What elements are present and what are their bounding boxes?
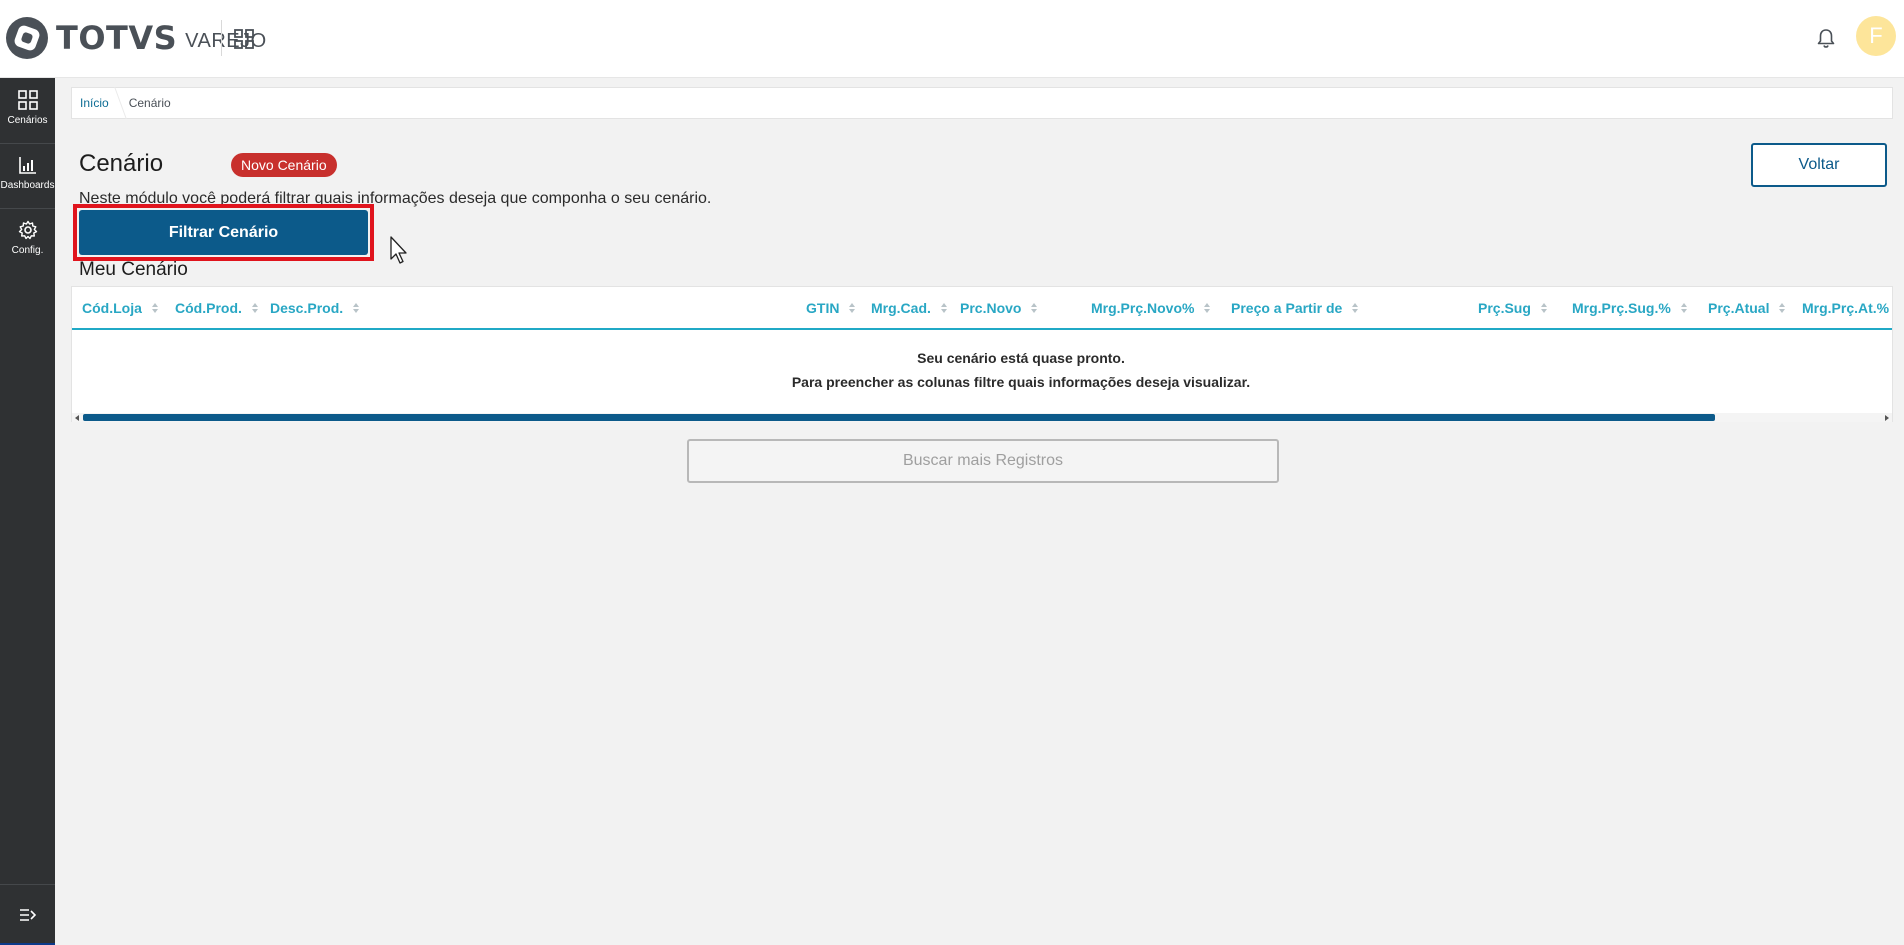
column-header-preco-a-partir-de[interactable]: Preço a Partir de bbox=[1231, 300, 1359, 316]
column-header-mrg-prc-sug[interactable]: Mrg.Prç.Sug.% bbox=[1572, 300, 1687, 316]
apps-grid-icon[interactable] bbox=[234, 29, 254, 49]
sidebar-item-label: Dashboards bbox=[0, 180, 55, 191]
empty-state-title: Seu cenário está quase pronto. bbox=[917, 350, 1125, 366]
filter-scenario-button[interactable]: Filtrar Cenário bbox=[79, 210, 368, 255]
scrollbar-thumb[interactable] bbox=[83, 414, 1715, 421]
column-header-desc-prod[interactable]: Desc.Prod. bbox=[270, 300, 360, 316]
sort-icon bbox=[353, 303, 360, 313]
column-header-prc-sug[interactable]: Prç.Sug bbox=[1478, 300, 1547, 316]
menu-collapse-icon bbox=[19, 909, 36, 921]
top-header: TOTVS VAREJO F bbox=[0, 0, 1904, 78]
notification-bell-icon[interactable] bbox=[1815, 27, 1837, 49]
sidebar-item-dashboards[interactable]: Dashboards bbox=[0, 143, 55, 207]
header-divider bbox=[221, 20, 222, 56]
sort-icon bbox=[1540, 303, 1547, 313]
sidebar: Cenários Dashboards Config. bbox=[0, 78, 55, 945]
mouse-cursor-icon bbox=[390, 236, 407, 264]
empty-state-message: Para preencher as colunas filtre quais i… bbox=[791, 374, 1251, 390]
scroll-right-arrow-icon[interactable] bbox=[1885, 415, 1889, 421]
column-header-mrg-prc-at[interactable]: Mrg.Prç.At.% bbox=[1802, 300, 1889, 316]
column-header-prc-atual[interactable]: Prç.Atual bbox=[1708, 300, 1786, 316]
table-header: Cód.Loja Cód.Prod. Desc.Prod. GTIN Mrg.C… bbox=[72, 287, 1892, 330]
section-title: Meu Cenário bbox=[79, 259, 188, 280]
sort-icon bbox=[1352, 303, 1359, 313]
breadcrumb-separator bbox=[106, 87, 127, 119]
logo-subtitle: VAREJO bbox=[185, 29, 267, 52]
sort-icon bbox=[151, 303, 158, 313]
gear-icon bbox=[18, 220, 37, 240]
breadcrumb-current: Cenário bbox=[128, 96, 171, 110]
bar-chart-icon bbox=[18, 157, 36, 174]
user-avatar[interactable]: F bbox=[1856, 16, 1896, 56]
sort-icon bbox=[940, 303, 947, 313]
sort-icon bbox=[849, 303, 856, 313]
load-more-button[interactable]: Buscar mais Registros bbox=[687, 439, 1279, 483]
column-header-cod-loja[interactable]: Cód.Loja bbox=[82, 300, 158, 316]
horizontal-scrollbar[interactable] bbox=[72, 413, 1892, 422]
sidebar-item-config[interactable]: Config. bbox=[0, 208, 55, 272]
column-header-mrg-prc-novo[interactable]: Mrg.Prç.Novo% bbox=[1091, 300, 1211, 316]
sort-icon bbox=[1680, 303, 1687, 313]
status-badge: Novo Cenário bbox=[231, 153, 337, 177]
sort-icon bbox=[1031, 303, 1038, 313]
sort-icon bbox=[251, 303, 258, 313]
logo-text: TOTVS bbox=[56, 19, 178, 57]
breadcrumb: Início Cenário bbox=[71, 87, 1893, 119]
column-header-gtin[interactable]: GTIN bbox=[806, 300, 856, 316]
back-button[interactable]: Voltar bbox=[1751, 143, 1887, 187]
sidebar-item-label: Cenários bbox=[7, 115, 48, 126]
sort-icon bbox=[1204, 303, 1211, 313]
page-title: Cenário bbox=[79, 150, 164, 177]
sidebar-collapse-button[interactable] bbox=[0, 884, 55, 945]
scroll-left-arrow-icon[interactable] bbox=[75, 415, 79, 421]
sidebar-item-label: Config. bbox=[11, 245, 44, 256]
sort-icon bbox=[1779, 303, 1786, 313]
column-header-cod-prod[interactable]: Cód.Prod. bbox=[175, 300, 258, 316]
column-header-mrg-cad[interactable]: Mrg.Cad. bbox=[871, 300, 947, 316]
totvs-logo-icon bbox=[6, 17, 48, 59]
scenario-table: Cód.Loja Cód.Prod. Desc.Prod. GTIN Mrg.C… bbox=[71, 286, 1893, 422]
column-header-prc-novo[interactable]: Prc.Novo bbox=[960, 300, 1038, 316]
sidebar-item-cenarios[interactable]: Cenários bbox=[0, 78, 55, 142]
totvs-logo[interactable]: TOTVS VAREJO bbox=[6, 17, 267, 59]
breadcrumb-home[interactable]: Início bbox=[80, 96, 109, 110]
grid-icon bbox=[17, 90, 38, 110]
